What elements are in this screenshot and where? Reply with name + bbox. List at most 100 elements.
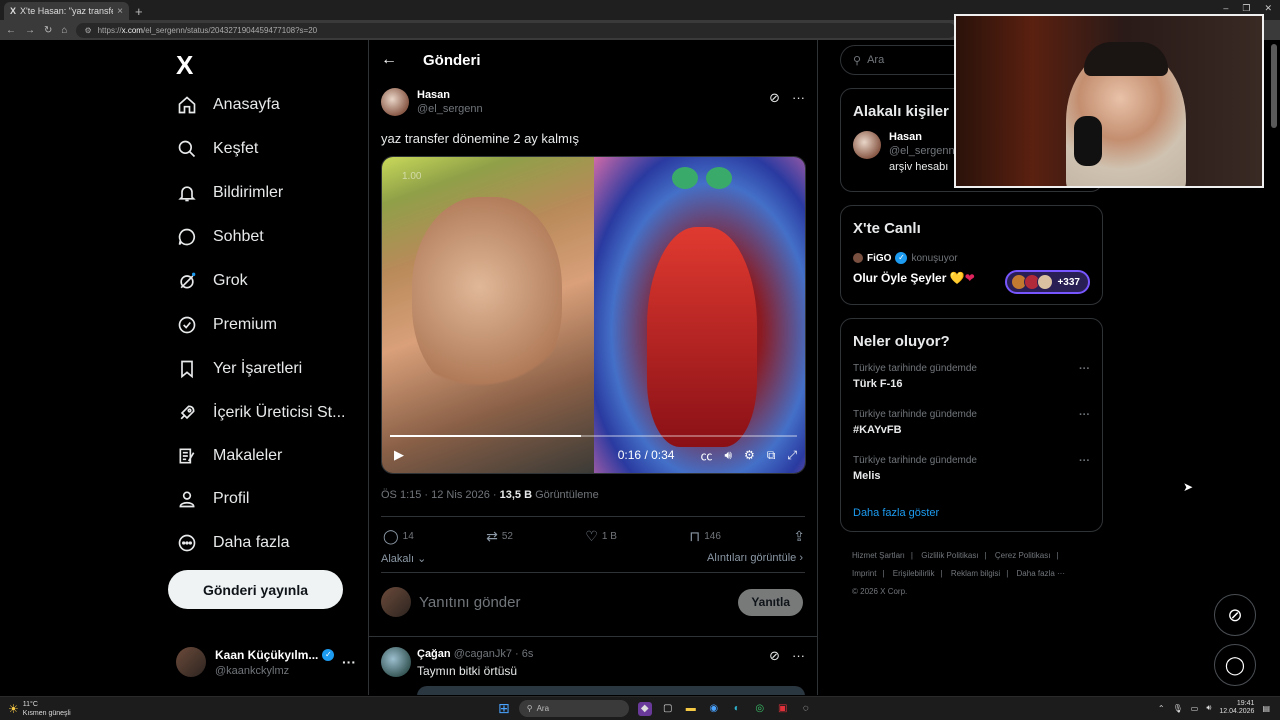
back-button[interactable]: ← (6, 25, 16, 36)
show-more-link[interactable]: Daha fazla göster (853, 507, 939, 519)
reply-action[interactable]: ◯ 14 (383, 528, 414, 545)
bookmark-action[interactable]: ⊓ 146 (689, 528, 721, 545)
related-dropdown[interactable]: Alakalı ⌄ (381, 552, 426, 565)
view-quotes-link[interactable]: Alıntıları görüntüle › (707, 552, 803, 565)
footer-link-cookies[interactable]: Çerez Politikası (995, 551, 1051, 560)
taskbar-search[interactable]: ⚲ Ara (518, 700, 629, 717)
page-scrollbar[interactable] (1271, 44, 1277, 128)
sidebar-item-articles[interactable]: Makaleler (176, 445, 282, 467)
commenter-name[interactable]: Çağan (417, 648, 451, 660)
more-dots-icon[interactable]: ··· (1079, 409, 1090, 421)
play-icon[interactable]: ▶ (394, 447, 404, 463)
footer-link-ads-info[interactable]: Reklam bilgisi (951, 569, 1000, 578)
sidebar-item-more[interactable]: Daha fazla (176, 532, 290, 554)
sidebar-item-explore[interactable]: Keşfet (176, 138, 258, 160)
site-info-icon[interactable]: ⚙ (84, 26, 91, 35)
weather-widget[interactable]: ☀ 11°C Kısmen güneşli (8, 700, 71, 718)
new-tab-button[interactable]: + (135, 4, 143, 19)
microphone-icon[interactable]: 🎙︎ (1173, 704, 1183, 713)
live-stream-title[interactable]: Olur Öyle Şeyler 💛❤ (853, 271, 975, 285)
app-icon[interactable]: ◆ (637, 701, 652, 716)
more-dots-icon[interactable]: ··· (1079, 363, 1090, 375)
author-name[interactable]: Hasan (417, 89, 483, 101)
like-action[interactable]: ♡ 1 B (585, 528, 617, 545)
more-dots-icon[interactable]: ··· (792, 90, 805, 106)
repost-action[interactable]: ⇄ 52 (486, 528, 513, 545)
footer-link-terms[interactable]: Hizmet Şartları (852, 551, 905, 560)
sidebar-item-home[interactable]: Anasayfa (176, 94, 280, 116)
commenter-avatar[interactable] (381, 647, 411, 677)
sidebar-item-premium[interactable]: Premium (176, 314, 277, 336)
account-switcher[interactable]: Kaan Küçükyılm... ✓ @kaankckylmz ··· (176, 642, 356, 682)
reload-button[interactable]: ↻ (44, 25, 52, 36)
footer-link-accessibility[interactable]: Erişilebilirlik (893, 569, 935, 578)
live-host[interactable]: FiGO ✓ konuşuyor (853, 252, 958, 264)
trend-item[interactable]: Türkiye tarihinde gündemde #KAYvFB ··· (853, 409, 1090, 436)
author-avatar[interactable] (381, 88, 409, 116)
messages-fab-button[interactable]: ◯ (1214, 644, 1256, 686)
captions-icon[interactable]: ㏄ (700, 447, 712, 464)
x-logo-icon[interactable]: X (176, 50, 193, 81)
volume-icon[interactable]: 🔊︎ (724, 448, 732, 463)
grok-explain-icon[interactable]: ⊘ (769, 90, 780, 106)
more-dots-icon[interactable]: ··· (792, 648, 805, 664)
minimize-button[interactable]: – (1223, 3, 1228, 14)
video-player[interactable]: 1.00 ▶ 0:16 / 0:34 ㏄ 🔊︎ ⚙ ⧉ ⤢ (381, 156, 806, 474)
related-person-avatar[interactable] (853, 131, 881, 159)
recorder-icon[interactable]: ▣ (776, 702, 790, 716)
app-icon[interactable]: ◌ (799, 702, 813, 716)
webcam-overlay (954, 14, 1264, 188)
edge-icon[interactable]: ◐ (730, 702, 744, 716)
reply-input[interactable]: Yanıtını gönder (419, 594, 730, 611)
clock[interactable]: 19:41 12.04.2026 (1219, 700, 1254, 716)
file-explorer-icon[interactable]: ▬ (684, 702, 698, 716)
comment-media[interactable] (417, 686, 805, 695)
sidebar-item-creator-studio[interactable]: İçerik Üreticisi St... (176, 402, 345, 424)
comment-item[interactable]: Çağan @caganJk7 · 6s Taymın bitki örtüsü… (381, 646, 805, 695)
maximize-button[interactable]: ❐ (1242, 3, 1250, 14)
discord-icon[interactable]: ◉ (707, 702, 721, 716)
home-icon (176, 94, 198, 116)
sidebar-item-grok[interactable]: Grok (176, 270, 248, 292)
forward-button[interactable]: → (25, 25, 35, 36)
home-button[interactable]: ⌂ (61, 25, 67, 36)
post-author[interactable]: Hasan @el_sergenn (381, 88, 483, 116)
more-dots-icon[interactable]: ··· (1079, 455, 1090, 467)
related-person-name[interactable]: Hasan (889, 131, 955, 143)
footer-link-imprint[interactable]: Imprint (852, 569, 876, 578)
reply-button[interactable]: Yanıtla (738, 588, 803, 616)
sidebar-item-chat[interactable]: Sohbet (176, 226, 264, 248)
volume-icon[interactable]: 🔊︎ (1206, 703, 1211, 713)
url-field[interactable]: ⚙ https://x.com/el_sergenn/status/204327… (76, 22, 957, 38)
post-button[interactable]: Gönderi yayınla (168, 570, 343, 609)
tab-close-icon[interactable]: × (117, 6, 123, 17)
more-dots-icon[interactable]: ··· (342, 654, 356, 670)
task-view-icon[interactable]: ▢ (661, 702, 675, 716)
author-handle[interactable]: @el_sergenn (417, 103, 483, 115)
related-person[interactable]: Hasan @el_sergenn arşiv hesabı (853, 131, 955, 173)
grok-explain-icon[interactable]: ⊘ (769, 648, 780, 664)
live-listeners-pill[interactable]: +337 (1005, 270, 1090, 294)
windows-start-icon[interactable]: ⊞ (498, 700, 510, 717)
network-icon[interactable]: ▭ (1191, 704, 1199, 713)
chrome-icon[interactable]: ◎ (753, 702, 767, 716)
footer-link-privacy[interactable]: Gizlilik Politikası (921, 551, 978, 560)
fullscreen-icon[interactable]: ⤢ (787, 448, 797, 463)
trend-item[interactable]: Türkiye tarihinde gündemde Melis ··· (853, 455, 1090, 482)
notification-icon[interactable]: ▤ (1262, 704, 1270, 713)
share-action[interactable]: ⇪ (793, 528, 805, 545)
sidebar-item-bookmarks[interactable]: Yer İşaretleri (176, 358, 302, 380)
chevron-up-icon[interactable]: ⌃ (1158, 704, 1165, 713)
settings-gear-icon[interactable]: ⚙ (744, 448, 755, 462)
footer-link-more[interactable]: Daha fazla ··· (1017, 569, 1065, 578)
picture-in-picture-icon[interactable]: ⧉ (767, 448, 776, 463)
post-timestamp[interactable]: ÖS 1:15 · 12 Nis 2026 · (381, 489, 500, 501)
back-arrow-icon[interactable]: ← (381, 51, 397, 69)
trend-item[interactable]: Türkiye tarihinde gündemde Türk F-16 ··· (853, 363, 1090, 390)
grok-fab-button[interactable]: ⊘ (1214, 594, 1256, 636)
sidebar-item-profile[interactable]: Profil (176, 488, 249, 510)
sidebar-item-notifications[interactable]: Bildirimler (176, 182, 283, 204)
video-progress-bar[interactable] (390, 435, 797, 437)
close-window-button[interactable]: ✕ (1264, 3, 1272, 14)
browser-tab[interactable]: X X'te Hasan: "yaz transfer dönemin... × (4, 2, 129, 20)
